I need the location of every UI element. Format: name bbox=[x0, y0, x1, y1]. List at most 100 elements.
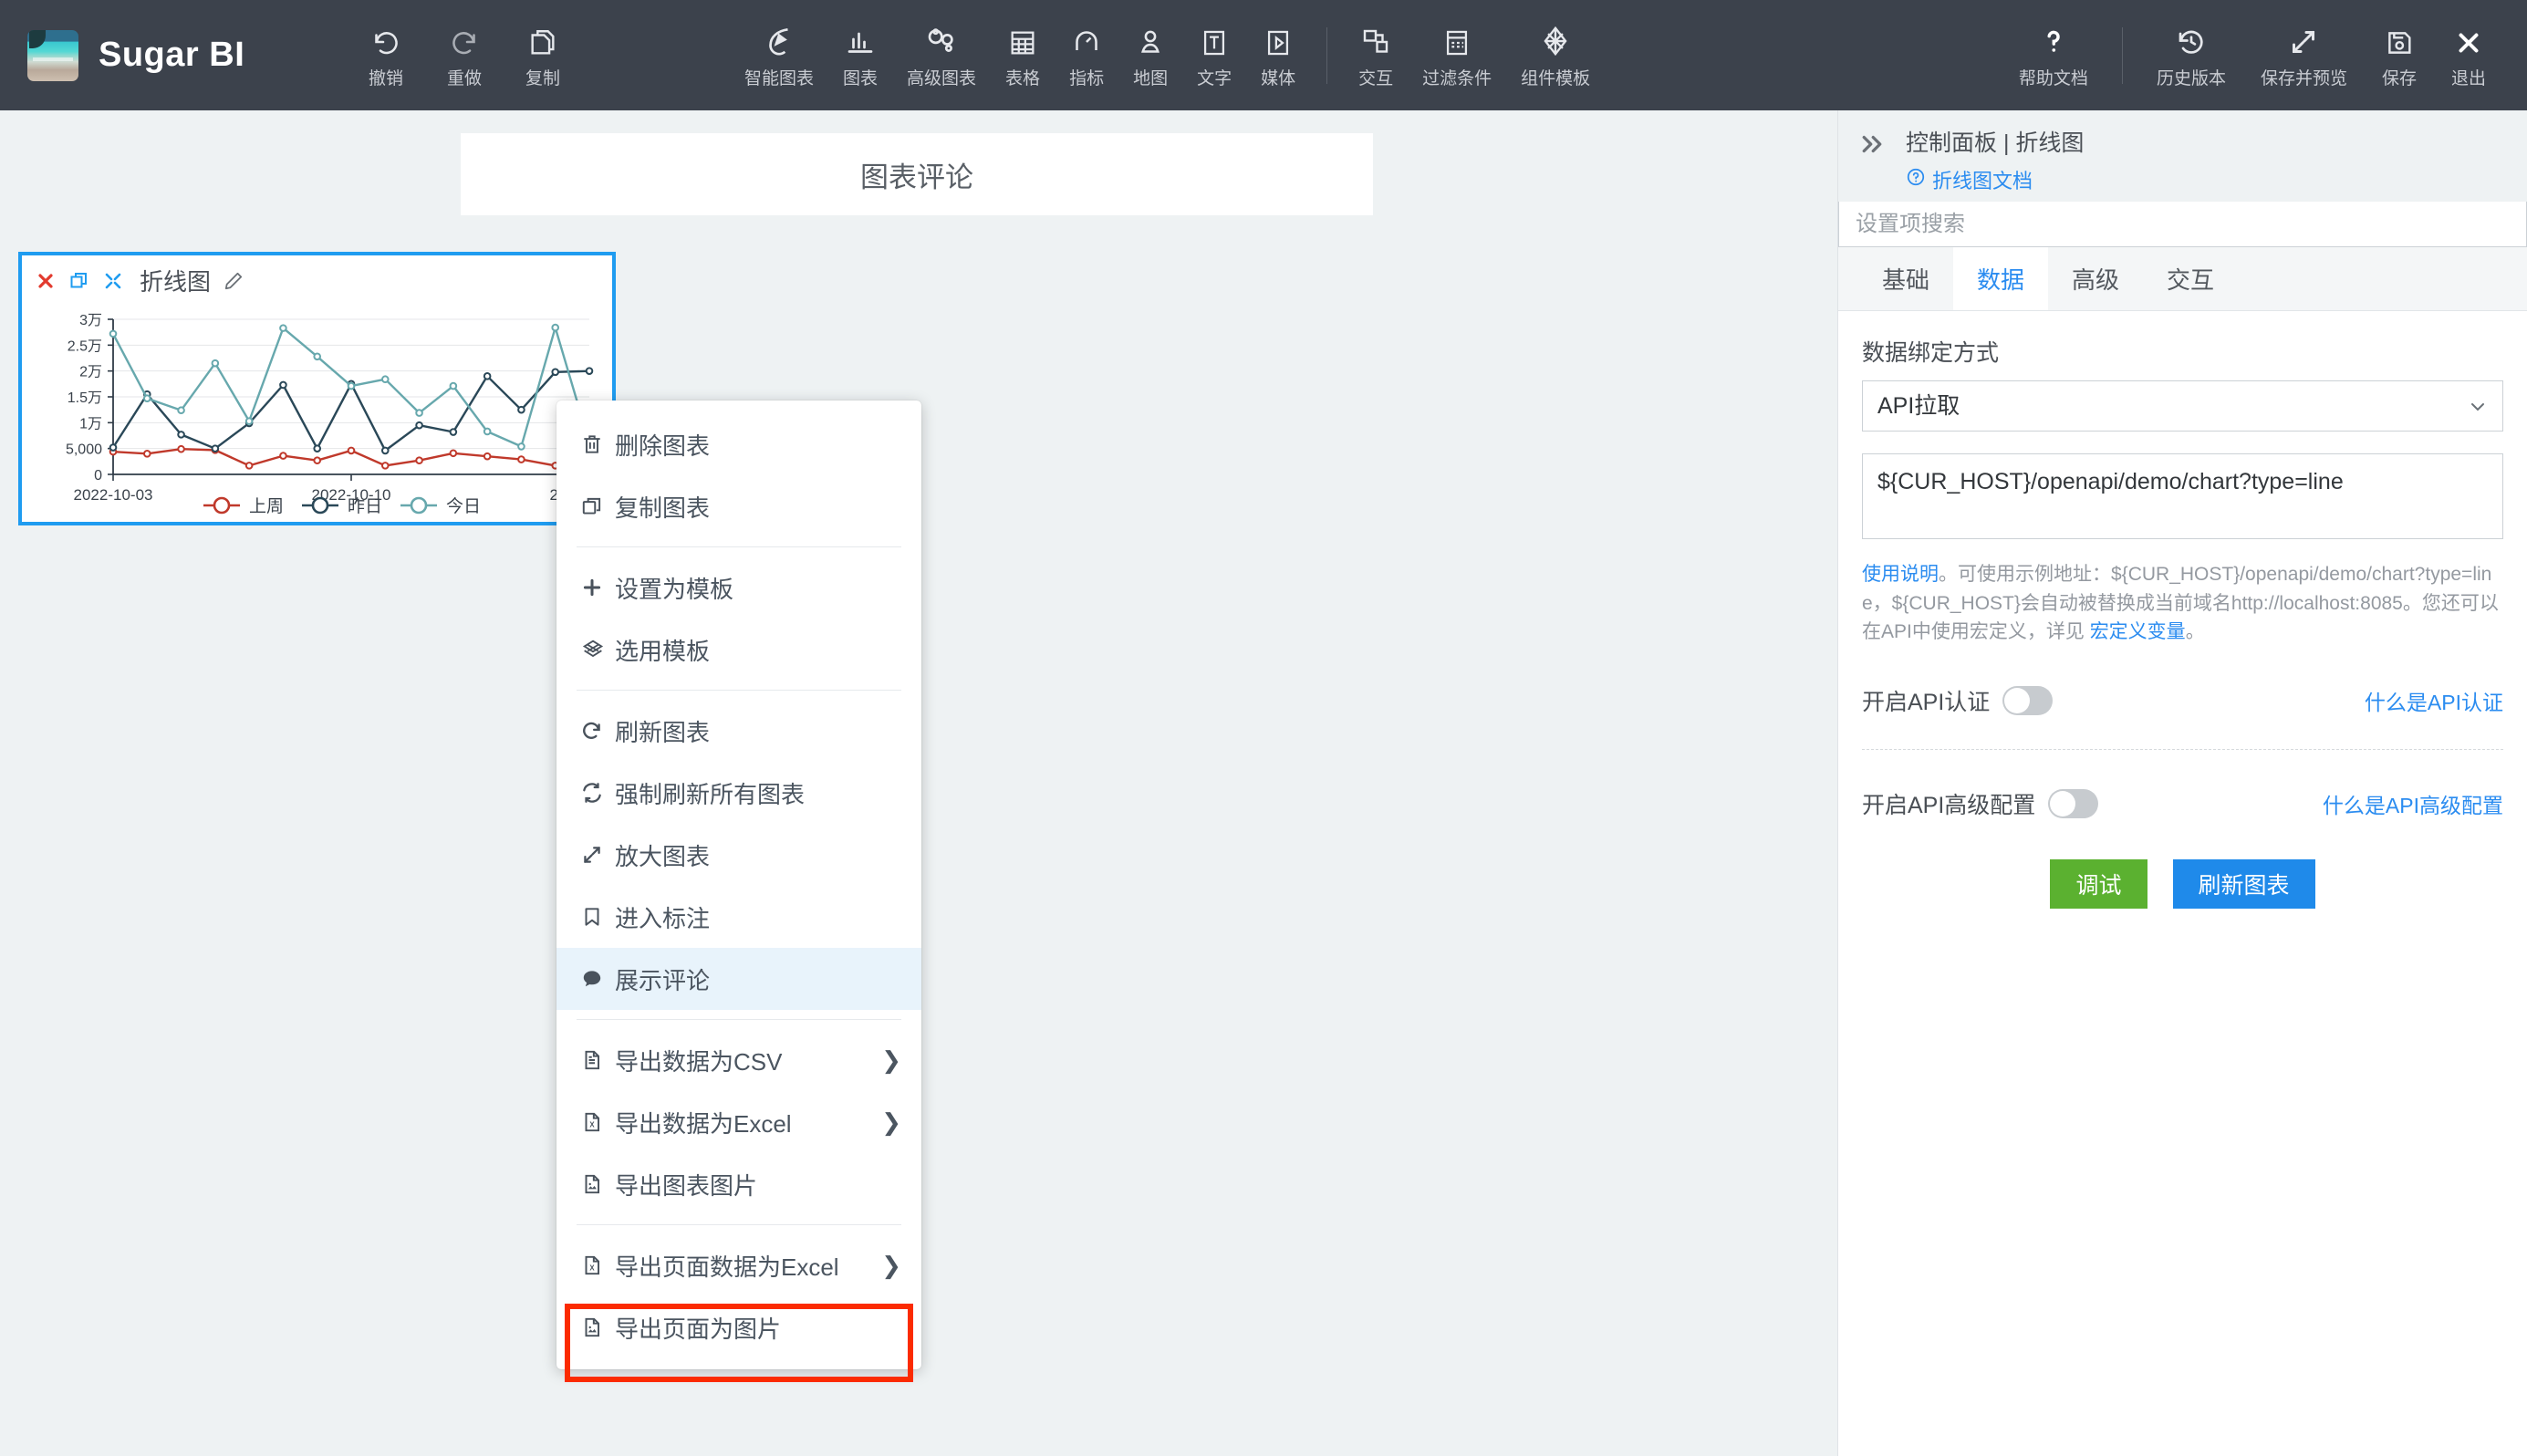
breadcrumb: 控制面板 | 折线图 bbox=[1906, 130, 2085, 156]
binding-select-wrap: API拉取 bbox=[1862, 380, 2503, 432]
table-icon bbox=[1007, 22, 1038, 58]
toolbar-table-button[interactable]: 表格 bbox=[991, 22, 1055, 89]
debug-button[interactable]: 调试 bbox=[2050, 858, 2147, 909]
toolbar-metric-label: 指标 bbox=[1069, 68, 1105, 88]
dashboard-canvas[interactable]: 图表评论 折线图 0 5,000 1万 1.5万 2万 2.5万 3万 2022-10-03 2… bbox=[0, 110, 1837, 1456]
context-menu-divider bbox=[577, 1019, 901, 1020]
toolbar-smart-chart-label: 智能图表 bbox=[744, 68, 815, 88]
settings-action-buttons: 调试 刷新图表 bbox=[1862, 858, 2503, 909]
context-menu-item[interactable]: 选用模板 bbox=[556, 619, 921, 681]
toolbar-exit-button[interactable]: 退出 bbox=[2434, 22, 2503, 89]
svg-text:2万: 2万 bbox=[79, 365, 102, 380]
context-menu-item[interactable]: 删除图表 bbox=[556, 413, 921, 475]
data-binding-select[interactable]: API拉取 bbox=[1862, 380, 2503, 432]
svg-text:5,000: 5,000 bbox=[66, 442, 102, 458]
toolbar-interaction-label: 交互 bbox=[1358, 68, 1394, 88]
expand-arrows-icon bbox=[2287, 22, 2320, 58]
toolbar-group-insert: 智能图表 图表 高级图表 表格 指标 地图 文字 媒体 交互 过滤条件 组件模板 bbox=[730, 22, 1605, 89]
context-menu-item-label: 导出页面为图片 bbox=[615, 1315, 782, 1343]
context-menu-item[interactable]: 展示评论 bbox=[556, 948, 921, 1010]
file-excel-icon: X bbox=[580, 1253, 615, 1277]
context-menu-item[interactable]: 导出图表图片 bbox=[556, 1153, 921, 1215]
api-advanced-help-link[interactable]: 什么是API高级配置 bbox=[2323, 788, 2503, 819]
svg-text:1万: 1万 bbox=[79, 416, 102, 432]
toolbar-interaction-button[interactable]: 交互 bbox=[1344, 22, 1408, 89]
file-image-icon bbox=[580, 1172, 615, 1196]
context-menu-item[interactable]: 导出数据为CSV ❯ bbox=[556, 1029, 921, 1091]
save-disk-icon bbox=[2384, 22, 2415, 58]
api-auth-toggle[interactable] bbox=[2002, 685, 2054, 715]
settings-tabs[interactable]: 基础 数据 高级 交互 bbox=[1838, 247, 2527, 311]
api-auth-help-link[interactable]: 什么是API认证 bbox=[2365, 685, 2503, 716]
toolbar-text-button[interactable]: 文字 bbox=[1182, 22, 1246, 89]
usage-doc-link[interactable]: 使用说明 bbox=[1862, 564, 1939, 585]
chart-widget-title: 折线图 bbox=[140, 268, 212, 296]
toolbar-save-label: 保存 bbox=[2381, 68, 2417, 88]
close-x-icon[interactable] bbox=[35, 270, 57, 292]
toolbar-undo-button[interactable]: 撤销 bbox=[347, 22, 425, 89]
resize-icon[interactable] bbox=[102, 270, 124, 292]
toolbar-metric-button[interactable]: 指标 bbox=[1055, 22, 1118, 89]
chevron-right-icon: ❯ bbox=[881, 1045, 901, 1074]
toolbar-text-label: 文字 bbox=[1197, 68, 1232, 88]
comment-bubble-icon bbox=[580, 967, 615, 991]
double-chevron-right-icon[interactable] bbox=[1858, 130, 1886, 162]
app-name: Sugar BI bbox=[99, 36, 245, 74]
brand-area[interactable]: Sugar BI bbox=[0, 29, 310, 81]
settings-divider bbox=[1862, 748, 2503, 750]
context-menu-item[interactable]: 导出页面为图片 bbox=[556, 1296, 921, 1358]
macro-variable-link[interactable]: 宏定义变量 bbox=[2090, 621, 2186, 642]
toolbar-advanced-chart-button[interactable]: 高级图表 bbox=[892, 22, 991, 89]
context-menu-item-label: 导出数据为CSV bbox=[615, 1047, 783, 1076]
context-menu-item[interactable]: X 导出页面数据为Excel ❯ bbox=[556, 1234, 921, 1296]
trash-icon bbox=[580, 432, 615, 456]
toolbar-save-button[interactable]: 保存 bbox=[2365, 22, 2434, 89]
context-menu-item[interactable]: 设置为模板 bbox=[556, 556, 921, 619]
tab-2[interactable]: 数据 bbox=[1953, 247, 2049, 310]
expand-arrows-icon bbox=[580, 843, 615, 867]
toolbar-redo-button[interactable]: 重做 bbox=[425, 22, 504, 89]
context-menu-item-label: 导出数据为Excel bbox=[615, 1109, 792, 1138]
toolbar-help-button[interactable]: 帮助文档 bbox=[2002, 22, 2106, 89]
toolbar-copy-button[interactable]: 复制 bbox=[504, 22, 582, 89]
map-icon bbox=[1134, 22, 1167, 58]
copy-icon bbox=[580, 494, 615, 518]
doc-link[interactable]: 折线图文档 bbox=[1906, 165, 2527, 194]
api-advanced-toggle[interactable] bbox=[2048, 788, 2099, 818]
chart-context-menu[interactable]: 删除图表 复制图表设置为模板 选用模板刷新图表 强制刷新所有图表 放大图表 进入标注 展示评… bbox=[556, 400, 921, 1382]
api-url-input[interactable] bbox=[1862, 453, 2503, 539]
toolbar-save-preview-button[interactable]: 保存并预览 bbox=[2243, 22, 2365, 89]
refresh-chart-button[interactable]: 刷新图表 bbox=[2172, 858, 2315, 909]
tab-4[interactable]: 交互 bbox=[2143, 247, 2238, 310]
chart-widget[interactable]: 折线图 0 5,000 1万 1.5万 2万 2.5万 3万 2022-10-03 2022-1… bbox=[18, 252, 629, 525]
context-menu-item[interactable]: 进入标注 bbox=[556, 886, 921, 948]
line-chart[interactable]: 0 5,000 1万 1.5万 2万 2.5万 3万 2022-10-03 2022-10-10… bbox=[18, 305, 629, 522]
toolbar-advanced-chart-label: 高级图表 bbox=[907, 68, 977, 88]
settings-panel[interactable]: 控制面板 | 折线图 折线图文档 基础数据高级交互 数据绑定方式 API拉取 使… bbox=[1837, 110, 2527, 1456]
context-menu-item[interactable]: 刷新图表 bbox=[556, 700, 921, 762]
svg-text:今日: 今日 bbox=[446, 496, 481, 516]
context-menu-item[interactable]: X 导出数据为Excel ❯ bbox=[556, 1091, 921, 1153]
toolbar-map-button[interactable]: 地图 bbox=[1118, 22, 1182, 89]
search-input[interactable] bbox=[1838, 202, 2527, 247]
pencil-icon[interactable] bbox=[223, 270, 244, 292]
toolbar-history-button[interactable]: 历史版本 bbox=[2139, 22, 2243, 89]
context-menu-item[interactable]: 强制刷新所有图表 bbox=[556, 762, 921, 824]
toolbar-filter-button[interactable]: 过滤条件 bbox=[1408, 22, 1506, 89]
toolbar-chart-button[interactable]: 图表 bbox=[828, 22, 892, 89]
toolbar-media-button[interactable]: 媒体 bbox=[1246, 22, 1310, 89]
undo-icon bbox=[369, 22, 402, 58]
file-text-icon bbox=[580, 1048, 615, 1072]
context-menu-item[interactable]: 复制图表 bbox=[556, 475, 921, 537]
tab-3[interactable]: 高级 bbox=[2048, 247, 2143, 310]
context-menu-item[interactable]: 放大图表 bbox=[556, 824, 921, 886]
svg-text:上周: 上周 bbox=[249, 496, 284, 516]
tab-1[interactable]: 基础 bbox=[1858, 247, 1953, 310]
toolbar-smart-chart-button[interactable]: 智能图表 bbox=[730, 22, 828, 89]
hint-text-part2: 。 bbox=[2185, 621, 2205, 642]
toolbar-component-template-button[interactable]: 组件模板 bbox=[1506, 22, 1605, 89]
toolbar-divider-right bbox=[2121, 26, 2123, 84]
filter-icon bbox=[1441, 22, 1472, 58]
page-title-widget[interactable]: 图表评论 bbox=[461, 133, 1373, 215]
copy-icon[interactable] bbox=[68, 270, 90, 292]
